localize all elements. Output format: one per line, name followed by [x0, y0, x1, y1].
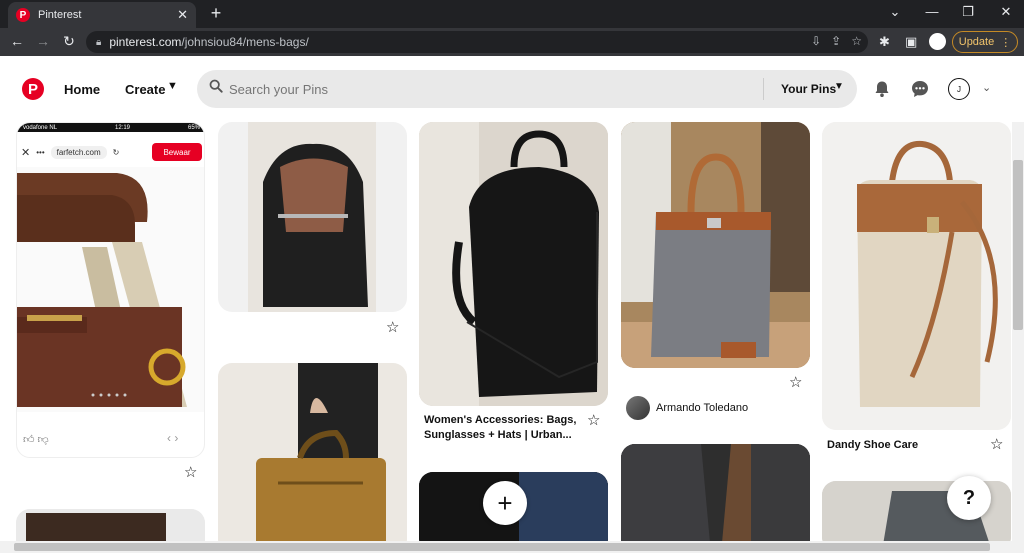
pin-left-partial[interactable] [16, 509, 205, 541]
pin-image-partial [16, 509, 205, 541]
browser-profile-avatar[interactable] [929, 33, 946, 50]
pin-canvas-backpack[interactable] [822, 122, 1011, 430]
pin-caption[interactable]: Women's Accessories: Bags, Sunglasses + … [424, 413, 594, 443]
search-input[interactable] [229, 70, 749, 108]
your-pins-filter[interactable]: Your Pins [781, 82, 836, 96]
pin-open-black-bag[interactable] [218, 122, 407, 312]
account-chevron-down-icon[interactable]: ⌄ [982, 81, 991, 94]
extensions-puzzle-icon[interactable]: ✱ [879, 34, 890, 50]
url-text: pinterest.com/johnsiou84/mens-bags/ [109, 35, 309, 49]
restore-button[interactable]: ❐ [958, 4, 978, 20]
tan-briefcase-image [256, 363, 386, 541]
nav-home[interactable]: Home [64, 82, 100, 97]
side-panel-icon[interactable]: ▣ [905, 34, 917, 50]
thumbs-icons: 👍︎ 👎︎ [23, 434, 49, 446]
save-star-icon[interactable]: ☆ [386, 318, 399, 336]
pin-croc-jacket[interactable] [621, 444, 810, 541]
user-avatar[interactable]: J [948, 78, 970, 100]
pinterest-logo-icon[interactable]: P [22, 78, 44, 100]
pinterest-favicon-icon: P [16, 8, 30, 22]
grey-felt-tote-image [621, 122, 810, 368]
install-app-icon[interactable]: ⇩ [811, 34, 821, 48]
tab-title: Pinterest [38, 9, 82, 21]
search-icon [209, 79, 223, 93]
new-tab-button[interactable]: + [206, 3, 226, 24]
tab-search-icon[interactable]: ⌄ [885, 4, 905, 20]
messages-icon[interactable] [909, 78, 931, 100]
pin-black-backpack[interactable] [419, 122, 608, 406]
notifications-bell-icon[interactable] [871, 78, 893, 100]
horizontal-scroll-thumb[interactable] [14, 543, 990, 551]
croc-jacket-image [621, 444, 810, 541]
pinterest-header: P Home Create ▼ Your Pins ▼ J ⌄ [0, 56, 1024, 122]
browser-tab[interactable]: P Pinterest ✕ [8, 2, 196, 28]
lock-icon: 🔒︎ [96, 36, 102, 48]
pin-author[interactable]: Armando Toledano [626, 396, 748, 420]
save-star-icon[interactable]: ☆ [587, 411, 600, 429]
close-window-button[interactable]: ✕ [996, 4, 1016, 20]
address-bar[interactable]: 🔒︎ pinterest.com/johnsiou84/mens-bags/ ⇩… [86, 31, 868, 53]
chevron-down-icon[interactable]: ▼ [167, 80, 178, 92]
canvas-backpack-image [822, 122, 1011, 430]
share-icon[interactable]: ⇪ [831, 34, 841, 48]
save-star-icon[interactable]: ☆ [789, 373, 802, 391]
browser-toolbar: ← → ↻ 🔒︎ pinterest.com/johnsiou84/mens-b… [0, 28, 1024, 56]
reload-icon[interactable]: ↻ [60, 33, 78, 50]
pager-arrows-icon: ‹ › [167, 431, 179, 445]
pin-caption[interactable]: Dandy Shoe Care [827, 438, 977, 453]
chevron-down-icon[interactable]: ▼ [834, 81, 844, 92]
author-name: Armando Toledano [656, 402, 749, 414]
phone-status-bar: vodafone NL 12:19 65% [17, 123, 204, 132]
pin-phone-screenshot[interactable]: vodafone NL 12:19 65% ✕ ••• farfetch.com ↻ … [16, 122, 205, 458]
search-bar: Your Pins ▼ [197, 70, 857, 108]
back-arrow-icon[interactable]: ← [8, 33, 26, 49]
update-label: Update [958, 36, 995, 48]
search-divider [763, 78, 764, 100]
bewaar-badge: Bewaar [152, 143, 202, 161]
pin-tan-briefcase[interactable] [218, 363, 407, 541]
save-star-icon[interactable]: ☆ [990, 435, 1003, 453]
browser-tab-strip: P Pinterest ✕ + ⌄ — ❐ ✕ [0, 0, 1024, 28]
pin-feed: vodafone NL 12:19 65% ✕ ••• farfetch.com ↻ … [0, 122, 1012, 541]
create-pin-plus-button[interactable]: + [483, 481, 527, 525]
bookmark-star-icon[interactable]: ☆ [851, 34, 862, 48]
minimize-button[interactable]: — [922, 4, 942, 19]
forward-arrow-icon[interactable]: → [34, 33, 52, 49]
black-backpack-image [419, 122, 608, 406]
horizontal-scrollbar[interactable] [0, 541, 1024, 553]
close-tab-icon[interactable]: ✕ [177, 7, 188, 23]
brown-handbag-image [17, 167, 204, 412]
more-menu-icon: ⋮ [1000, 36, 1012, 49]
save-star-icon[interactable]: ☆ [184, 463, 197, 481]
nav-create[interactable]: Create [125, 82, 165, 97]
author-avatar [626, 396, 650, 420]
update-button[interactable]: Update ⋮ [952, 31, 1018, 53]
vertical-scroll-thumb[interactable] [1013, 160, 1023, 330]
pin-grey-felt-tote[interactable] [621, 122, 810, 368]
help-button[interactable]: ? [947, 476, 991, 520]
open-black-bag-image [248, 122, 376, 312]
